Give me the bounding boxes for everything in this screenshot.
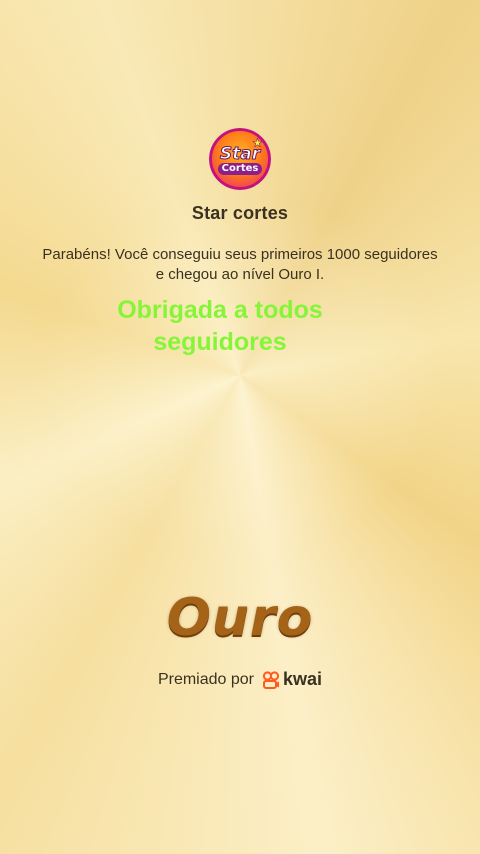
logo-text-star: Star (219, 143, 261, 164)
channel-logo: Star Cortes (209, 128, 271, 190)
level-title: Ouro (166, 588, 314, 648)
logo-text-cortes: Cortes (217, 162, 263, 175)
kwai-brand: kwai (262, 669, 322, 690)
channel-name: Star cortes (191, 203, 289, 223)
overlay-caption: Obrigada a todos seguidores (117, 296, 323, 356)
award-line: Premiado por kwai (0, 669, 480, 690)
kwai-logo-icon (262, 670, 280, 689)
award-label: Premiado por (157, 670, 254, 688)
kwai-label: kwai (283, 669, 323, 689)
congratulation-message: Parabéns! Você conseguiu seus primeiros … (42, 246, 438, 283)
star-icon (253, 138, 262, 147)
